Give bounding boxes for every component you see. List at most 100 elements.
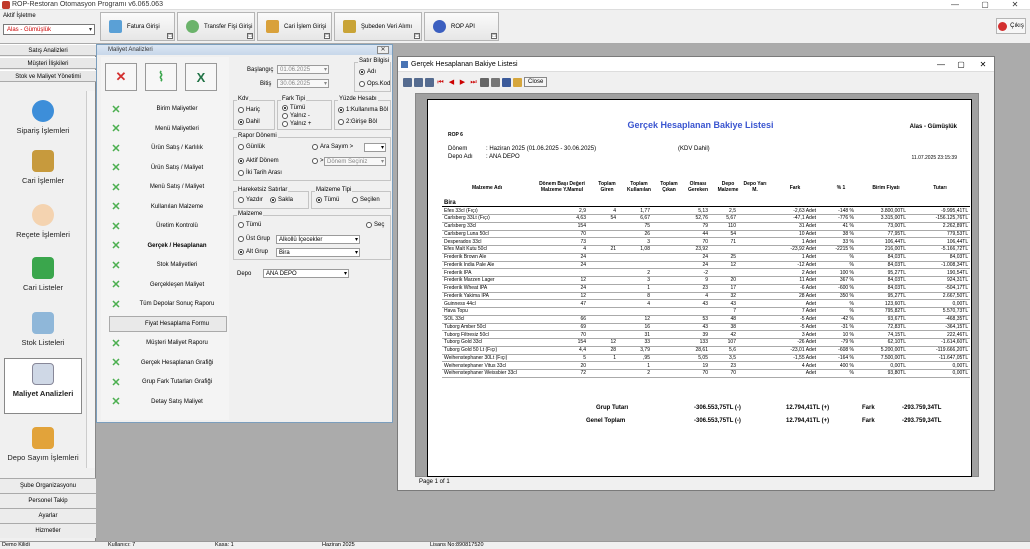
next-page-icon[interactable]: ▶ [458,78,467,87]
dialog-close-button[interactable]: ✕ [377,46,389,54]
report-menu-item[interactable]: ✕ Menü Maliyetleri [109,121,227,137]
vat-excluded-radio[interactable]: Hariç [238,107,260,113]
table-cell: 47 [536,299,588,308]
period-select-radio[interactable]: > [312,158,324,164]
transfer-entry-button[interactable]: Transfer Fişi Girişi □ [177,12,255,41]
report-menu-item[interactable]: ✕ Kullanılan Malzeme [109,199,227,215]
end-date-input[interactable]: 30.06.2025 [277,79,329,88]
nav-services[interactable]: Hizmetler [0,523,96,538]
branch-data-button[interactable]: Şubeden Veri Alımı □ [334,12,422,41]
report-close-x-button[interactable]: ✕ [975,57,991,72]
report-menu-item[interactable]: ✕ Üretim Kontrolü [109,218,227,234]
branch-select[interactable]: Alas - Gümüşlük [3,24,95,35]
nav-stock-cost[interactable]: Stok ve Maliyet Yönetimi [0,70,96,82]
table-cell [738,307,764,316]
diff-all-radio[interactable]: Tümü [282,105,305,111]
diff-neg-radio[interactable]: Yalnız - [282,113,310,119]
excel-button[interactable]: X [185,63,217,91]
save-icon[interactable] [502,77,511,87]
last-page-icon[interactable]: ⏭ [469,78,478,87]
table-cell: -1,55 Adet [764,354,818,363]
start-date-input[interactable]: 01.06.2025 [277,65,329,74]
nav-customer-relations[interactable]: Müşteri İlişkileri [0,57,96,69]
nav-account-ops[interactable]: Cari İşlemler [0,150,86,185]
top-group-select[interactable]: Alkollü İçecekler [276,235,360,244]
nav-scrollbar[interactable] [86,91,95,468]
report-menu-item[interactable]: ✕ Ürün Satış / Karlılık [109,140,227,156]
table-cell [588,369,618,378]
print-icon[interactable] [480,77,489,87]
invoice-entry-button[interactable]: Fatura Girişi □ [100,12,175,41]
cancel-button[interactable]: ✕ [105,63,137,91]
report-minimize-button[interactable]: — [933,57,949,72]
report-menu-item[interactable]: ✕ Gerçek Hesaplanan Grafiği [109,355,227,371]
printer-setup-icon[interactable] [491,77,500,87]
row-name-radio[interactable]: Adı [359,69,376,75]
grid-view-icon[interactable] [425,77,434,87]
period-range-radio[interactable]: İki Tarih Arası [238,170,282,176]
nav-account-lists[interactable]: Cari Listeler [0,257,86,292]
percent-usage-radio[interactable]: 1:Kullanıma Böl [338,107,388,113]
report-menu-item[interactable]: ✕ Gerçekleşen Maliyet [109,277,227,293]
warehouse-select[interactable]: ANA DEPO [263,269,349,278]
close-app-button[interactable]: ✕ [1000,0,1030,10]
nav-cost-analysis[interactable]: Maliyet Analizleri [4,358,82,414]
report-menu-item[interactable]: ✕ Detay Satış Maliyet [109,394,227,410]
table-row: Frederik Brown Ale 24 24 25 1 Adet% 84,03TL 84… [442,253,971,262]
material-choose-radio[interactable]: Seç [366,222,384,228]
report-menu-item[interactable]: ✕ Menü Satış / Maliyet [109,179,227,195]
vat-included-radio[interactable]: Dahil [238,119,260,125]
report-menu-item[interactable]: ✕ Müşteri Maliyet Raporu [109,335,227,351]
table-cell [652,369,678,378]
nav-sales-analysis[interactable]: Satış Analizleri [0,44,96,56]
report-menu-item[interactable]: ✕ Tüm Depolar Sonuç Raporu [109,296,227,312]
report-maximize-button[interactable]: ▢ [953,57,969,72]
open-icon[interactable] [513,77,522,87]
table-cell [652,268,678,277]
nav-personnel[interactable]: Personel Takip [0,493,96,508]
rop-api-button[interactable]: ROP API □ [424,12,499,41]
period-interim-radio[interactable]: Ara Sayım > [312,144,353,150]
maximize-button[interactable]: ▢ [970,0,1000,10]
report-menu-item[interactable]: Fiyat Hesaplama Formu [109,315,227,332]
table-cell: 38 % [818,230,856,239]
interim-select[interactable] [364,143,386,152]
sub-group-radio[interactable]: Alt Grup [238,249,268,255]
report-menu-item[interactable]: ✕ Birim Maliyetler [109,101,227,117]
prev-page-icon[interactable]: ◀ [447,78,456,87]
report-menu-item[interactable]: ✕ Grup Fark Tutarları Grafiği [109,374,227,390]
report-menu-item[interactable]: ✕ Stok Maliyetleri [109,257,227,273]
table-cell: 24 [678,261,710,270]
nav-branch-org[interactable]: Şube Organizasyonu [0,478,96,493]
percent-input-radio[interactable]: 2:Girişe Böl [338,119,377,125]
page-view-icon[interactable] [403,77,412,87]
report-menu-item[interactable]: ✕ Ürün Satış / Maliyet [109,160,227,176]
nav-order-ops[interactable]: Sipariş İşlemleri [0,100,86,135]
top-group-radio[interactable]: Üst Grup [238,236,270,242]
material-all-radio[interactable]: Tümü [238,222,261,228]
mtype-selected-radio[interactable]: Seçilen [352,197,380,203]
sub-group-select[interactable]: Bira [276,248,360,257]
minimize-button[interactable]: — [940,0,970,10]
period-daily-radio[interactable]: Günlük [238,144,265,150]
nav-stock-lists[interactable]: Stok Listeleri [0,312,86,347]
graph-button[interactable]: ⌇ [145,63,177,91]
exit-button[interactable]: Çıkış [996,18,1026,34]
two-page-icon[interactable] [414,77,423,87]
report-menu-item[interactable]: ✕ Gerçek / Hesaplanan [109,238,227,254]
account-entry-button[interactable]: Cari İşlem Girişi □ [257,12,332,41]
period-select[interactable]: Dönem Seçiniz [324,157,386,166]
period-active-radio[interactable]: Aktif Dönem [238,158,279,164]
nav-settings[interactable]: Ayarlar [0,508,96,523]
mtype-all-radio[interactable]: Tümü [316,197,339,203]
table-cell: 0,00TL [908,369,971,378]
table-cell: 39 [678,330,710,339]
inactive-print-radio[interactable]: Yazdır [238,197,263,203]
nav-warehouse-count[interactable]: Depo Sayım İşlemleri [0,427,86,462]
inactive-hide-radio[interactable]: Sakla [270,197,293,203]
row-opcode-radio[interactable]: Ops.Kod [359,81,390,87]
diff-pos-radio[interactable]: Yalnız + [282,121,311,127]
first-page-icon[interactable]: ⏮ [436,78,445,87]
report-close-button[interactable]: Close [524,77,548,87]
nav-recipe-ops[interactable]: Reçete İşlemleri [0,204,86,239]
